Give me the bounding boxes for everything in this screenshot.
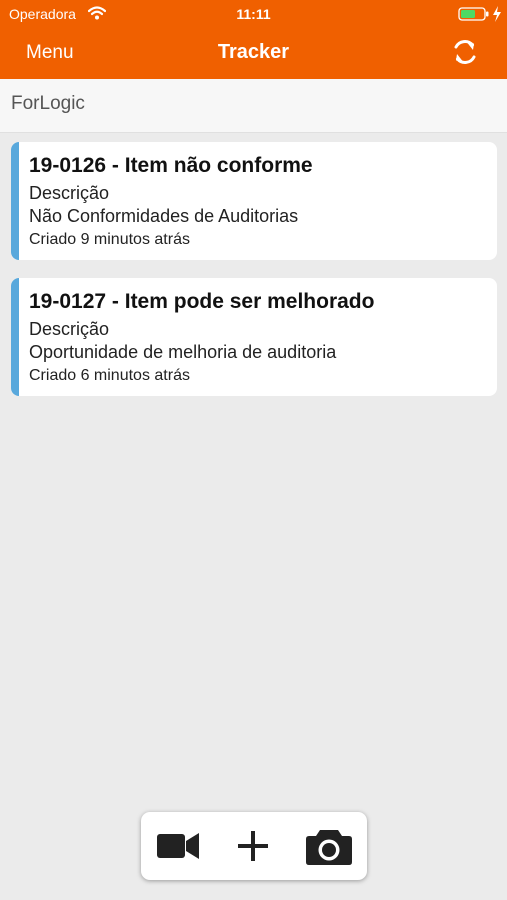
- card-accent-stripe: [11, 278, 19, 396]
- organization-header: ForLogic: [0, 79, 507, 133]
- navigation-bar: Menu Tracker: [0, 28, 507, 79]
- list-item[interactable]: 19-0127 - Item pode ser melhorado Descri…: [11, 278, 497, 396]
- camera-icon[interactable]: [305, 824, 353, 868]
- item-created-time: Criado 9 minutos atrás: [29, 231, 190, 248]
- item-description-label: Descrição: [29, 183, 110, 203]
- item-description: Oportunidade de melhoria de auditoria: [29, 342, 337, 362]
- item-description: Não Conformidades de Auditorias: [29, 206, 299, 226]
- item-created-time: Criado 6 minutos atrás: [29, 367, 190, 384]
- bottom-toolbar: [141, 812, 367, 880]
- battery-icon: [458, 7, 490, 21]
- organization-name: ForLogic: [11, 93, 85, 114]
- menu-button[interactable]: Menu: [26, 42, 74, 64]
- sync-icon[interactable]: [450, 36, 480, 68]
- page-title: Tracker: [217, 41, 290, 63]
- list-item[interactable]: 19-0126 - Item não conforme Descrição Nã…: [11, 142, 497, 260]
- card-accent-stripe: [11, 142, 19, 260]
- item-description-label: Descrição: [29, 319, 110, 339]
- plus-icon[interactable]: [235, 824, 271, 868]
- status-bar: Operadora 11:11: [0, 0, 507, 28]
- item-title: 19-0126 - Item não conforme: [29, 154, 313, 177]
- charging-bolt-icon: [492, 6, 502, 22]
- video-camera-icon[interactable]: [156, 824, 200, 868]
- item-title: 19-0127 - Item pode ser melhorado: [29, 290, 375, 313]
- status-time: 11:11: [236, 6, 271, 22]
